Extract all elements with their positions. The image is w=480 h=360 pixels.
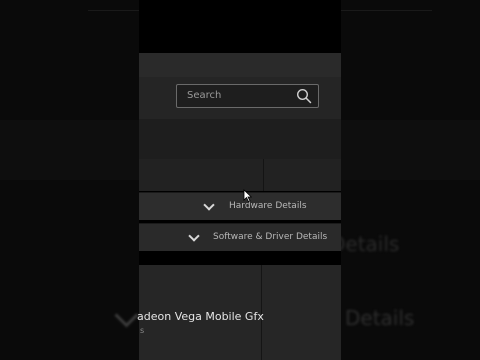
software-driver-details-toggle[interactable]: Software & Driver Details xyxy=(139,223,341,251)
background-chevron-icon xyxy=(114,303,139,328)
device-name: adeon Vega Mobile Gfx xyxy=(137,310,264,323)
software-driver-details-label: Software & Driver Details xyxy=(213,232,328,242)
mouse-cursor-icon xyxy=(243,189,252,202)
background-ghost-text: Details xyxy=(345,306,415,330)
chevron-down-icon xyxy=(188,230,200,242)
empty-row xyxy=(139,119,341,159)
chevron-down-icon xyxy=(203,199,215,211)
device-subtext: s xyxy=(140,326,145,335)
search-placeholder: Search xyxy=(187,90,222,101)
search-bar-area: Search xyxy=(139,77,341,119)
center-panel: Search Hardware Details Software & Drive… xyxy=(139,0,341,360)
hardware-details-toggle[interactable]: Hardware Details xyxy=(139,192,341,220)
search-icon[interactable] xyxy=(296,88,312,104)
hardware-details-label: Hardware Details xyxy=(229,201,307,211)
search-input[interactable]: Search xyxy=(176,84,319,108)
split-row xyxy=(139,159,341,191)
column-divider xyxy=(263,159,264,191)
panel-header xyxy=(139,53,341,77)
